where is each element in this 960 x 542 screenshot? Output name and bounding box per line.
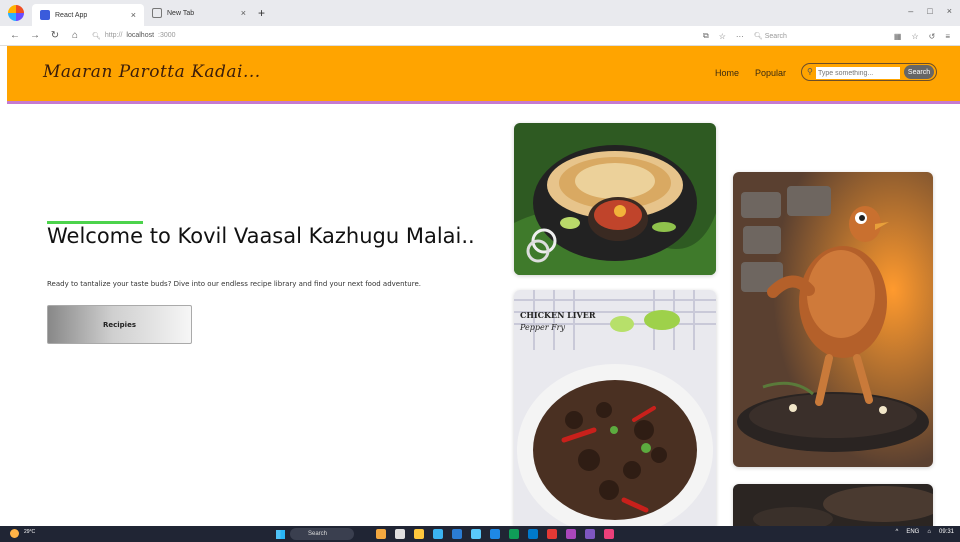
search-icon: ⚲ (807, 67, 813, 76)
hero-title: Welcome to Kovil Vaasal Kazhugu Malai.. (47, 224, 475, 248)
app-icon[interactable] (566, 529, 576, 539)
star-icon[interactable]: ☆ (719, 32, 726, 41)
brand-logo[interactable]: Maaran Parotta Kadai... (43, 62, 261, 82)
back-icon[interactable]: ← (10, 30, 20, 41)
close-tab-icon[interactable]: × (241, 8, 246, 18)
url-port: :3000 (158, 32, 176, 39)
network-icon[interactable]: ⌂ (927, 529, 931, 535)
tab-label: React App (55, 11, 88, 19)
address-bar: ← → ↻ ⌂ 🔍︎ http://localhost:3000 ⧉ ☆ ···… (0, 26, 960, 46)
app-icon[interactable] (376, 529, 386, 539)
app-header: Maaran Parotta Kadai... Home Popular ⚲ S… (7, 46, 960, 104)
chrome-icon[interactable] (509, 529, 519, 539)
clock[interactable]: 09:31 (939, 529, 954, 535)
address-bar-actions: ⧉ ☆ ··· 🔍︎ Search ▦ ☆ ↺ ≡ (703, 26, 960, 46)
recipes-button[interactable]: Recipies (47, 305, 192, 344)
nav-home-link[interactable]: Home (715, 68, 739, 78)
url-host: localhost (126, 32, 155, 39)
weather-temp[interactable]: 29°C (24, 529, 35, 535)
maximize-icon[interactable]: □ (927, 6, 932, 16)
grid-icon[interactable]: ▦ (894, 32, 902, 41)
browser-search-placeholder: Search (764, 33, 787, 40)
new-tab-button[interactable]: + (258, 6, 265, 20)
taskbar-search[interactable]: Search (290, 528, 354, 540)
favorites-icon[interactable]: ☆ (911, 32, 918, 41)
roast-chicken-image (733, 172, 933, 467)
vscode-icon[interactable] (528, 529, 538, 539)
app-icon[interactable] (452, 529, 462, 539)
dish-label-line2: Pepper Fry (519, 323, 565, 332)
weather-icon (10, 529, 19, 538)
menu-icon[interactable]: ≡ (945, 32, 950, 41)
react-tab-icon (40, 10, 50, 20)
app-icon[interactable] (547, 529, 557, 539)
food-card-chicken-liver[interactable]: CHICKEN LIVER Pepper Fry (514, 290, 716, 530)
chevron-up-icon[interactable]: ^ (896, 529, 899, 535)
close-window-icon[interactable]: × (947, 6, 952, 16)
search-button[interactable]: Search (904, 65, 934, 79)
dish-label-line1: CHICKEN LIVER (520, 310, 596, 320)
search-icon: 🔍︎ (92, 32, 101, 40)
food-card-roast-chicken[interactable] (733, 172, 933, 467)
app-icon[interactable] (604, 529, 614, 539)
folder-icon[interactable] (414, 529, 424, 539)
app-icon[interactable] (490, 529, 500, 539)
browser-logo-icon (8, 5, 24, 21)
hero-subtitle: Ready to tantalize your taste buds? Dive… (47, 280, 421, 288)
minimize-icon[interactable]: – (908, 6, 913, 16)
more-icon[interactable]: ··· (736, 32, 744, 41)
history-icon[interactable]: ↺ (929, 32, 936, 41)
system-tray: ^ ENG ⌂ 09:31 (896, 529, 954, 535)
reload-icon[interactable]: ↻ (50, 30, 60, 41)
os-taskbar: 29°C Search ^ ENG ⌂ 09:31 (0, 526, 960, 542)
forward-icon[interactable]: → (30, 30, 40, 41)
header-search: ⚲ Search (801, 63, 937, 81)
new-tab-page-icon (152, 8, 162, 18)
url-field[interactable]: 🔍︎ http://localhost:3000 (92, 32, 176, 40)
search-input[interactable] (816, 67, 900, 79)
url-scheme: http:// (104, 32, 123, 39)
language-indicator[interactable]: ENG (906, 529, 919, 535)
nav-popular-link[interactable]: Popular (755, 68, 786, 78)
start-icon[interactable] (276, 530, 285, 539)
app-icon[interactable] (395, 529, 405, 539)
taskbar-apps (376, 529, 614, 539)
close-tab-icon[interactable]: × (131, 10, 136, 20)
app-icon[interactable] (471, 529, 481, 539)
window-controls: – □ × (908, 6, 952, 16)
food-card-parotta[interactable] (514, 123, 716, 275)
tab-new-tab[interactable]: New Tab × (144, 0, 254, 26)
browser-tab-strip: React App × New Tab × + – □ × (0, 0, 960, 26)
home-icon[interactable]: ⌂ (70, 30, 80, 41)
browser-search-field[interactable]: 🔍︎ Search (754, 32, 884, 40)
parotta-image (514, 123, 716, 275)
edge-icon[interactable] (433, 529, 443, 539)
tab-react-app[interactable]: React App × (32, 4, 144, 26)
tab-label: New Tab (167, 9, 195, 17)
chicken-liver-image: CHICKEN LIVER Pepper Fry (514, 290, 716, 530)
translate-icon[interactable]: ⧉ (703, 31, 709, 41)
app-icon[interactable] (585, 529, 595, 539)
